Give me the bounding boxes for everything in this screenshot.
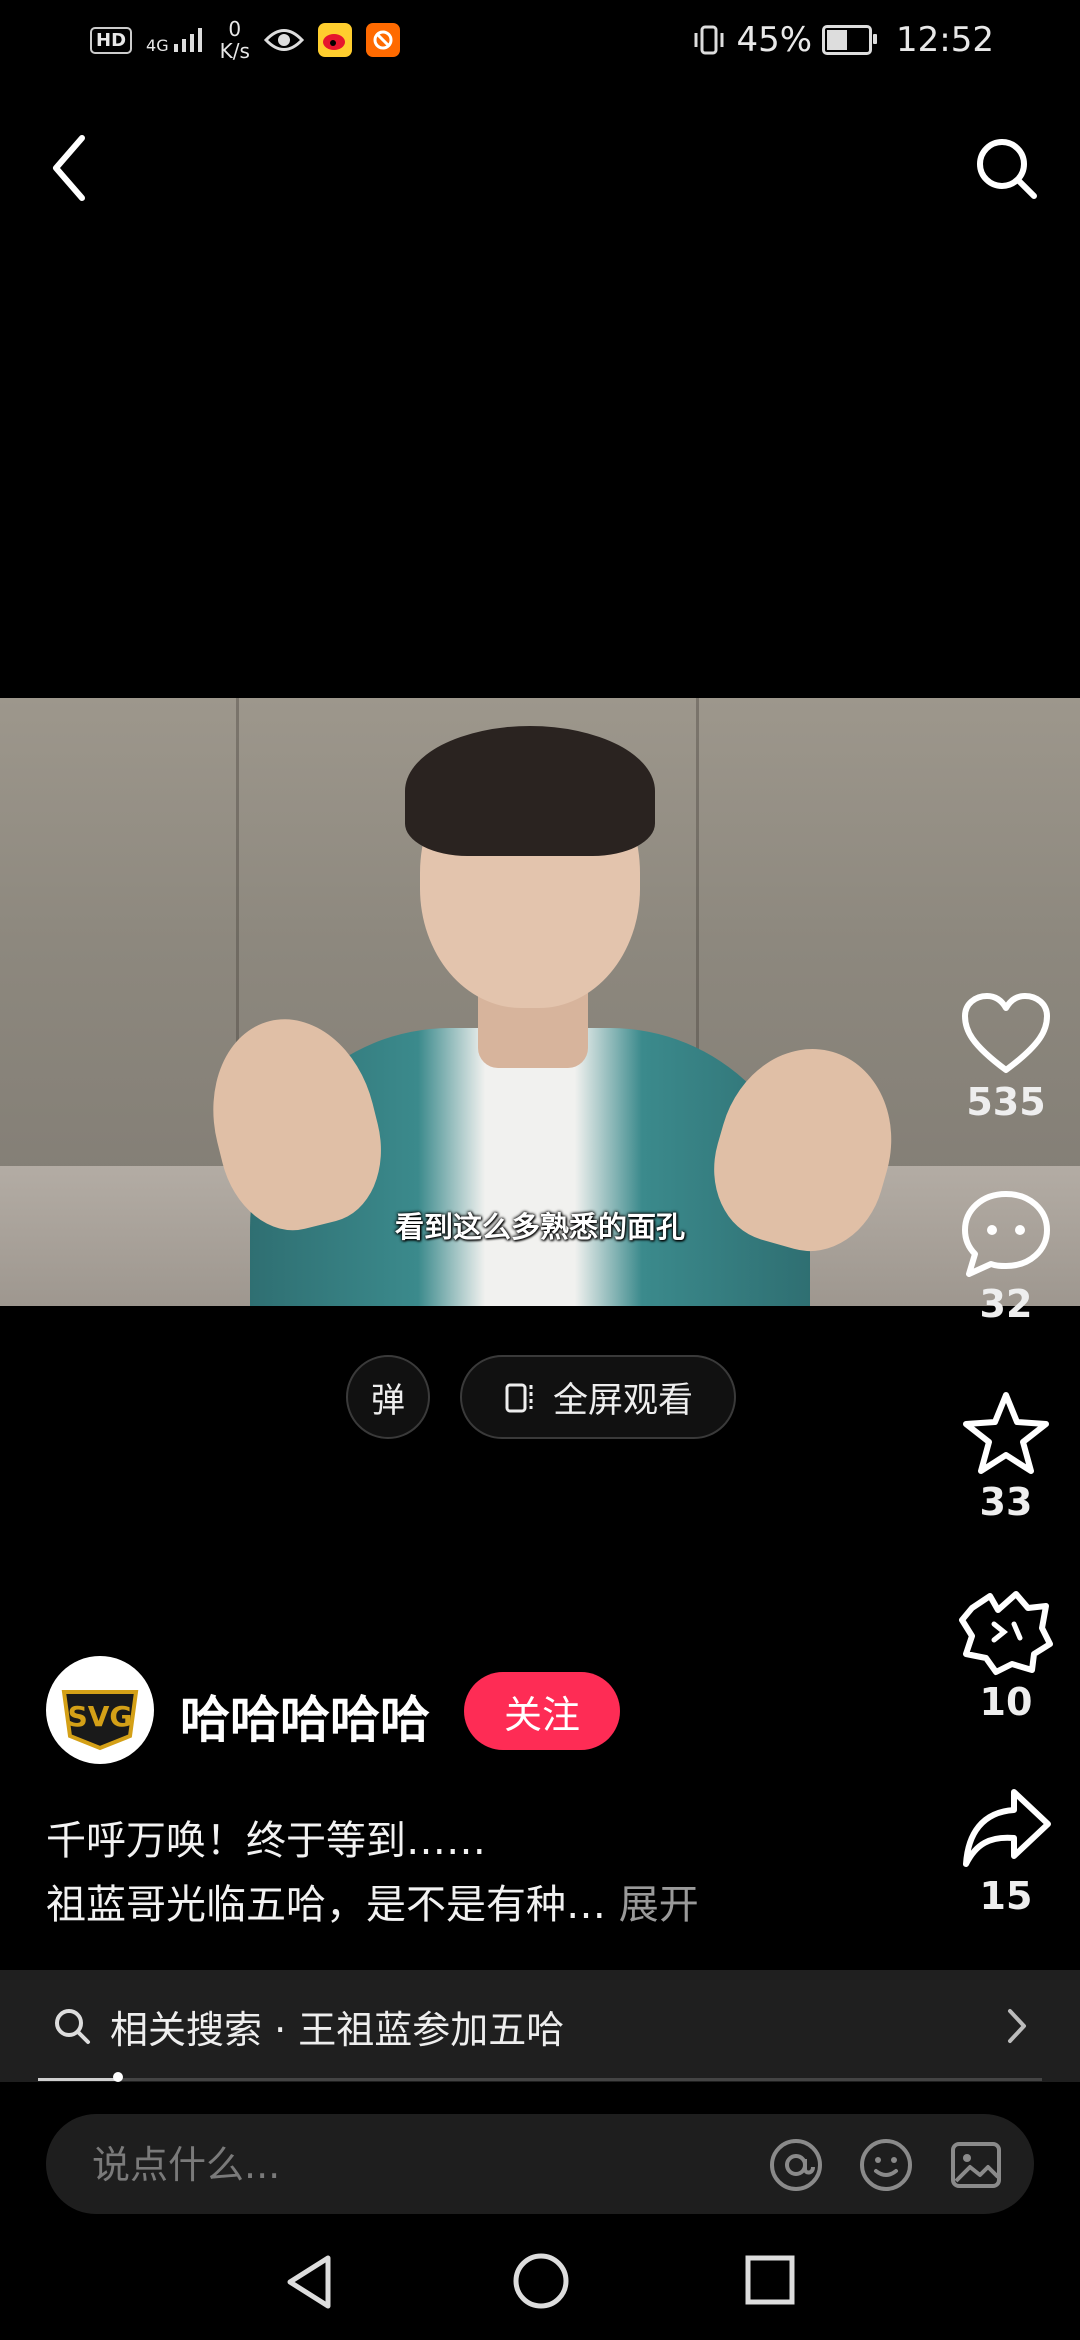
- gift-count: 10: [979, 1680, 1033, 1724]
- gift-sticker-icon: [959, 1591, 1053, 1675]
- clock: 12:52: [896, 20, 994, 60]
- signal-icon: 4G: [146, 26, 206, 54]
- eye-icon: [263, 29, 304, 51]
- fullscreen-label: 全屏观看: [552, 1380, 693, 1421]
- search-icon: [55, 2009, 90, 2044]
- status-left: HD 4G 0 K/s: [90, 18, 400, 62]
- battery-icon: [822, 25, 878, 55]
- share-arrow-icon: [963, 1789, 1051, 1867]
- comment-bubble-icon: [962, 1191, 1050, 1277]
- back-button[interactable]: [44, 132, 96, 204]
- like-button[interactable]: 535: [946, 992, 1066, 1124]
- video-progress-handle[interactable]: [113, 2072, 123, 2082]
- search-icon: [977, 139, 1037, 199]
- comment-input[interactable]: [90, 2114, 734, 2216]
- author-name[interactable]: 哈哈哈哈哈: [180, 1680, 430, 1752]
- fullscreen-button[interactable]: 全屏观看: [460, 1355, 736, 1439]
- favorite-button[interactable]: 33: [946, 1390, 1066, 1524]
- video-progress-fill: [38, 2078, 118, 2081]
- video-subtitle: 看到这么多熟悉的面孔: [394, 1210, 685, 1244]
- nav-recents-icon[interactable]: [744, 2254, 796, 2306]
- author-avatar[interactable]: SVG: [46, 1656, 154, 1764]
- person-hair: [405, 726, 655, 856]
- mention-icon[interactable]: [768, 2137, 824, 2193]
- follow-button[interactable]: 关注: [464, 1672, 620, 1750]
- chevron-left-icon: [53, 135, 85, 201]
- status-bar: HD 4G 0 K/s 45% 12:52: [0, 0, 1080, 90]
- danmu-label: 弹: [371, 1380, 405, 1421]
- favorite-count: 33: [979, 1480, 1033, 1524]
- video-player[interactable]: 看到这么多熟悉的面孔: [0, 698, 1080, 1306]
- heart-icon: [962, 993, 1050, 1073]
- image-icon[interactable]: [948, 2137, 1004, 2193]
- like-count: 535: [966, 1080, 1046, 1124]
- taobao-app-icon: [365, 23, 400, 57]
- gift-button[interactable]: 10: [946, 1588, 1066, 1724]
- star-icon: [963, 1392, 1049, 1474]
- logo-text: SVG: [68, 1700, 133, 1733]
- net-speed: 0 K/s: [220, 18, 250, 62]
- emoji-icon[interactable]: [858, 2137, 914, 2193]
- danmu-toggle-button[interactable]: 弹: [346, 1355, 430, 1439]
- system-navigation-bar: [0, 2230, 1080, 2340]
- chevron-right-icon: [1008, 2009, 1026, 2043]
- expand-link[interactable]: 展开: [619, 1882, 699, 1928]
- net-speed-value: 0: [228, 17, 242, 41]
- rotate-screen-icon: [505, 1383, 533, 1413]
- related-search-text: 相关搜索 · 王祖蓝参加五哈: [110, 2007, 565, 2052]
- comment-button[interactable]: 32: [946, 1190, 1066, 1326]
- comment-bar: [46, 2114, 1034, 2216]
- status-right: 45% 12:52: [692, 20, 994, 60]
- nav-back-icon[interactable]: [282, 2252, 336, 2312]
- comment-count: 32: [979, 1282, 1033, 1326]
- svg-logo-icon: SVG: [54, 1664, 146, 1756]
- search-button[interactable]: [972, 134, 1042, 204]
- weibo-app-icon: [317, 23, 352, 57]
- share-count: 15: [979, 1874, 1033, 1918]
- related-search-bar[interactable]: 相关搜索 · 王祖蓝参加五哈: [0, 1970, 1080, 2082]
- network-type: 4G: [146, 36, 169, 55]
- vibrate-icon: [694, 25, 724, 55]
- battery-percent: 45%: [736, 20, 813, 60]
- description-line-2: 祖蓝哥光临五哈，是不是有种… 展开: [46, 1872, 699, 1930]
- description-text: 祖蓝哥光临五哈，是不是有种…: [46, 1882, 606, 1928]
- video-progress-track[interactable]: [38, 2078, 1042, 2081]
- net-speed-unit: K/s: [219, 39, 250, 63]
- description-line-1: 千呼万唤！终于等到……: [46, 1818, 486, 1864]
- nav-home-icon[interactable]: [512, 2252, 570, 2310]
- share-button[interactable]: 15: [946, 1786, 1066, 1918]
- hd-badge: HD: [90, 26, 133, 54]
